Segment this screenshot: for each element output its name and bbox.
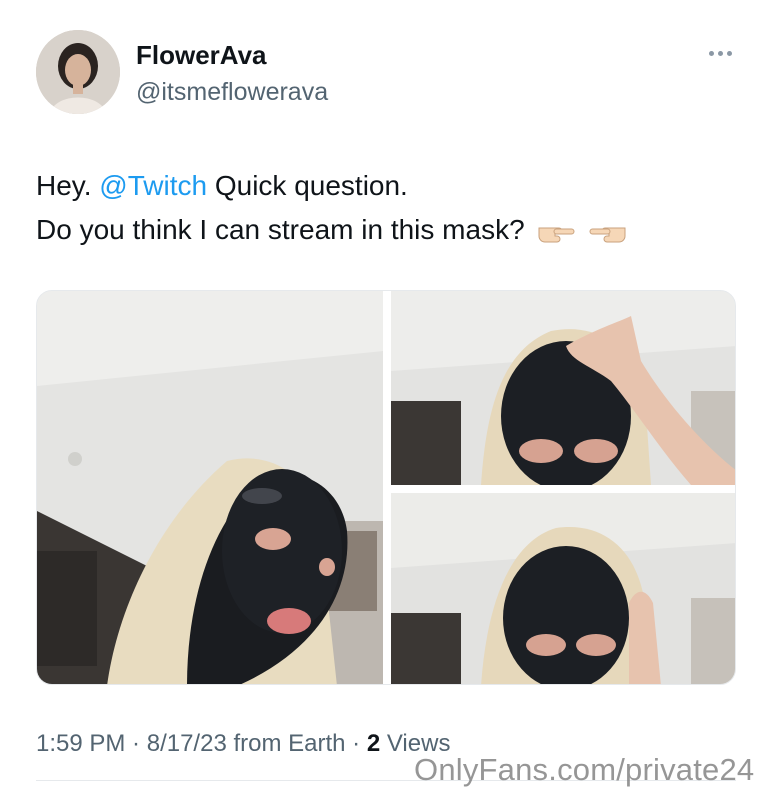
more-options-button[interactable]: [700, 38, 740, 68]
avatar[interactable]: [36, 30, 120, 114]
photo-mask-selfie-hand-cheek[interactable]: [391, 493, 735, 684]
author-handle[interactable]: @itsmeflowerava: [136, 78, 328, 107]
author-display-name[interactable]: FlowerAva: [136, 40, 267, 71]
tweet-text: Hey. @Twitch Quick question. Do you thin…: [36, 164, 736, 252]
tweet-line-1-prefix: Hey.: [36, 170, 100, 201]
watermark-text: OnlyFans.com/private24: [414, 752, 755, 787]
meta-separator: ·: [345, 730, 367, 757]
media-grid: [36, 290, 736, 685]
tweet-date[interactable]: 8/17/23: [147, 730, 227, 757]
tweet-line-1-suffix: Quick question.: [207, 170, 408, 201]
point-right-emoji-icon: [538, 227, 575, 243]
more-dot-icon: [708, 50, 714, 56]
tweet-card: FlowerAva @itsmeflowerava Hey. @Twitch Q…: [0, 0, 772, 800]
tweet-line-1: Hey. @Twitch Quick question.: [36, 164, 736, 208]
tweet-source: from Earth: [226, 730, 346, 757]
tweet-meta: 1:59 PM · 8/17/23 from Earth · 2 Views: [36, 730, 450, 758]
more-dot-icon: [726, 50, 732, 56]
meta-separator: ·: [125, 730, 147, 757]
tweet-time[interactable]: 1:59 PM: [36, 730, 125, 757]
tweet-line-2: Do you think I can stream in this mask?: [36, 208, 736, 252]
mention-link[interactable]: @Twitch: [99, 170, 207, 201]
tweet-line-2-text: Do you think I can stream in this mask?: [36, 214, 525, 245]
point-left-emoji-icon: [589, 227, 626, 243]
photo-mask-selfie-wide[interactable]: [37, 291, 383, 684]
more-dot-icon: [717, 50, 723, 56]
photo-mask-selfie-hand-forehead[interactable]: [391, 291, 735, 485]
views-count: 2: [366, 730, 381, 757]
